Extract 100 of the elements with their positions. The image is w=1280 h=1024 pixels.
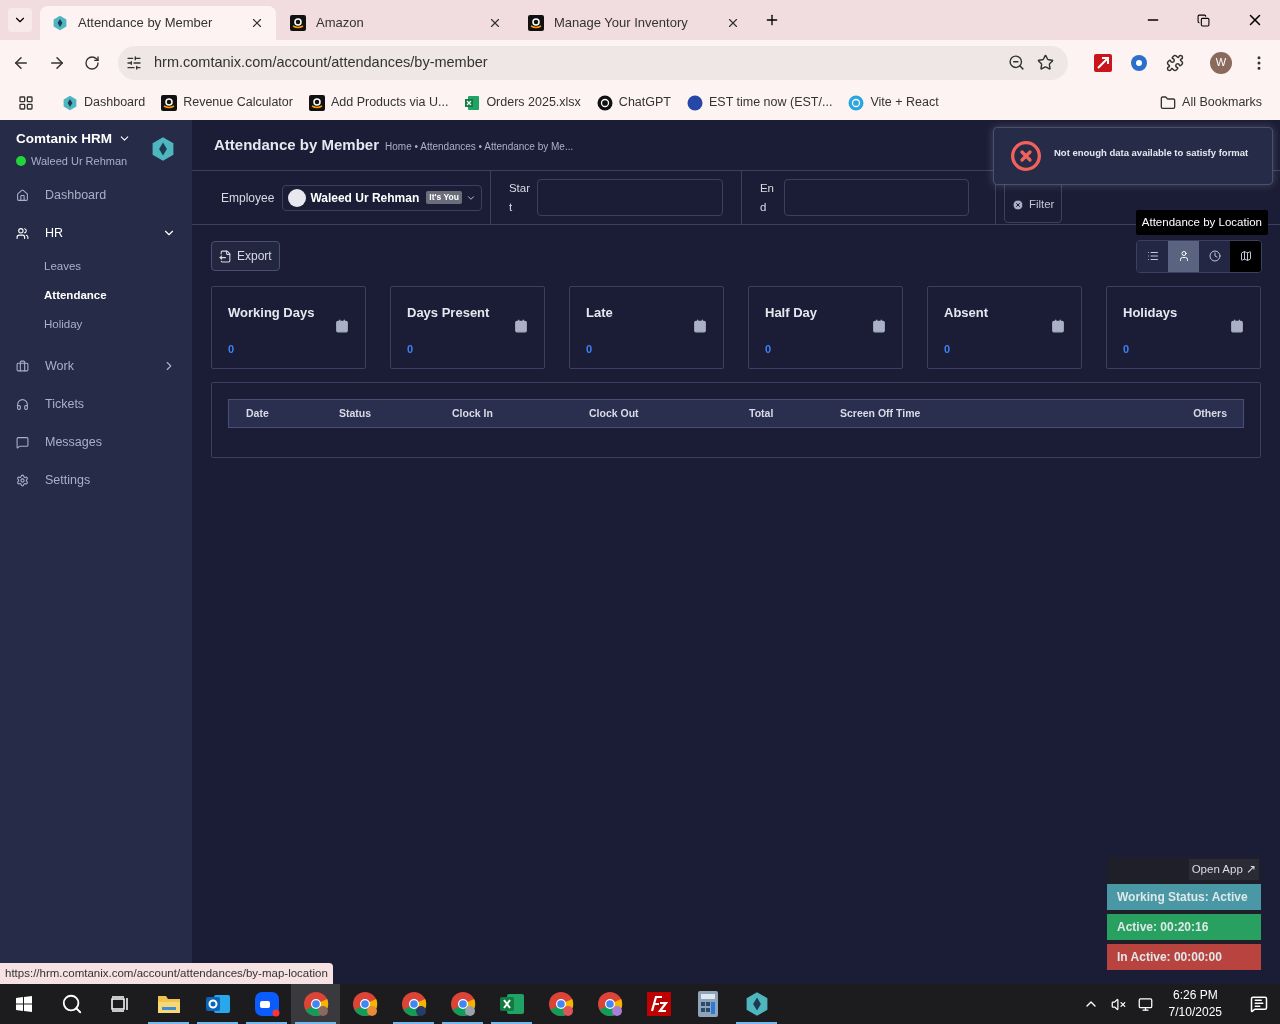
nav-item[interactable]: Tickets bbox=[0, 385, 192, 423]
network-icon[interactable] bbox=[1137, 996, 1153, 1012]
stat-label: Days Present bbox=[407, 304, 491, 322]
clock-icon bbox=[1208, 250, 1221, 262]
view-button[interactable] bbox=[1230, 240, 1261, 272]
clear-icon bbox=[1011, 198, 1024, 211]
clock[interactable]: 6:26 PM 7/10/2025 bbox=[1164, 987, 1226, 1021]
tab-title: Amazon bbox=[316, 14, 365, 33]
bookmark-item[interactable]: Vite + React bbox=[848, 93, 939, 112]
arrow-extension-icon[interactable] bbox=[1094, 53, 1112, 72]
bookmark-item[interactable]: EST time now (EST/... bbox=[686, 93, 833, 112]
folder-icon bbox=[156, 993, 181, 1015]
column-header: Date bbox=[245, 405, 270, 421]
employee-label: Employee bbox=[221, 189, 275, 207]
nav-item[interactable]: Settings bbox=[0, 461, 192, 499]
wheel-extension-icon[interactable] bbox=[1130, 53, 1148, 72]
zoom-icon[interactable] bbox=[1008, 54, 1025, 71]
smile-logo-icon bbox=[528, 15, 544, 31]
view-button[interactable] bbox=[1199, 240, 1230, 272]
export-button[interactable]: Export bbox=[211, 241, 280, 271]
headset-icon bbox=[16, 397, 29, 411]
house-icon bbox=[16, 188, 29, 202]
browser-icon bbox=[302, 991, 329, 1017]
map-icon bbox=[1239, 250, 1252, 262]
stat-label: Absent bbox=[944, 304, 990, 322]
nav-item[interactable]: HR bbox=[0, 214, 192, 252]
new-tab-icon[interactable] bbox=[764, 12, 780, 28]
apps-icon[interactable] bbox=[18, 94, 34, 111]
browser-icon bbox=[400, 991, 427, 1017]
spreadsheet-icon bbox=[464, 94, 481, 111]
bookmark-item[interactable]: ChatGPT bbox=[596, 93, 671, 112]
close-icon[interactable] bbox=[250, 16, 264, 30]
browser-tab[interactable]: Amazon bbox=[278, 6, 514, 40]
user-icon bbox=[1177, 250, 1190, 262]
close-icon[interactable] bbox=[726, 16, 740, 30]
bookmark-item[interactable]: Add Products via U... bbox=[308, 93, 449, 112]
nav-item[interactable]: Messages bbox=[0, 423, 192, 461]
stat-value: 0 bbox=[944, 341, 952, 357]
bookmark-item[interactable]: Dashboard bbox=[62, 93, 146, 112]
taskbar-app[interactable] bbox=[291, 984, 340, 1024]
hexagon-logo-icon bbox=[52, 15, 68, 31]
start-date-field[interactable] bbox=[536, 179, 723, 216]
notifications-icon[interactable] bbox=[1250, 995, 1268, 1013]
breadcrumb: Home • Attendances • Attendance by Me... bbox=[385, 139, 574, 154]
calendar-icon bbox=[514, 319, 528, 333]
windows-logo-icon bbox=[16, 996, 32, 1012]
browser-icon bbox=[351, 991, 378, 1017]
nav-subitem[interactable]: Attendance bbox=[0, 281, 192, 310]
calculator-icon bbox=[697, 991, 718, 1017]
smile-logo-icon bbox=[308, 94, 325, 111]
close-icon[interactable] bbox=[488, 16, 502, 30]
avatar-icon bbox=[288, 188, 307, 207]
tab-search-button[interactable] bbox=[8, 8, 32, 32]
end-date-field[interactable] bbox=[783, 179, 969, 216]
tab-title: Attendance by Member bbox=[78, 14, 214, 33]
muted-speaker-icon[interactable] bbox=[1110, 996, 1126, 1012]
bookmark-star-icon[interactable] bbox=[1037, 54, 1054, 71]
people-icon bbox=[16, 226, 29, 240]
column-header: Others bbox=[1193, 405, 1228, 421]
stat-label: Late bbox=[586, 304, 614, 322]
mail-app-icon bbox=[204, 992, 231, 1016]
browser-icon bbox=[596, 991, 623, 1017]
hexagon-logo-icon bbox=[150, 136, 176, 162]
calendar-icon bbox=[693, 319, 707, 333]
status-bar: Working Status: Active bbox=[1107, 884, 1261, 910]
browser-tab[interactable]: Attendance by Member bbox=[40, 6, 276, 40]
open-app-button[interactable]: Open App ↗ bbox=[1188, 858, 1259, 880]
stat-label: Half Day bbox=[765, 304, 819, 322]
nav-subitem[interactable]: Leaves bbox=[0, 252, 192, 281]
start-label: Start bbox=[508, 180, 531, 215]
globe-icon bbox=[686, 94, 703, 111]
nav-item[interactable]: Dashboard bbox=[0, 176, 192, 214]
spreadsheet-app-icon bbox=[498, 992, 525, 1016]
profile-avatar[interactable]: W bbox=[1210, 51, 1232, 74]
bookmark-item[interactable]: Orders 2025.xlsx bbox=[464, 93, 581, 112]
chat-icon bbox=[16, 435, 29, 449]
all-bookmarks-button[interactable]: All Bookmarks bbox=[1160, 93, 1262, 112]
bookmark-item[interactable]: Revenue Calculator bbox=[161, 93, 293, 112]
status-bar: Active: 00:20:16 bbox=[1107, 914, 1261, 940]
view-button[interactable] bbox=[1168, 240, 1199, 272]
employee-select[interactable]: Waleed Ur Rehman It's You bbox=[282, 184, 482, 211]
nav-item[interactable]: Work bbox=[0, 347, 192, 385]
extensions-icon[interactable] bbox=[1166, 53, 1184, 72]
stat-value: 0 bbox=[1123, 341, 1131, 357]
column-header: Status bbox=[339, 405, 373, 421]
status-bar: In Active: 00:00:00 bbox=[1107, 944, 1261, 970]
coin-icon bbox=[848, 94, 865, 111]
reload-icon[interactable] bbox=[84, 54, 100, 71]
error-icon bbox=[1010, 140, 1042, 172]
nav-subitem[interactable]: Holiday bbox=[0, 310, 192, 339]
browser-tab[interactable]: Manage Your Inventory bbox=[516, 6, 752, 40]
address-bar[interactable]: hrm.comtanix.com/account/attendances/by-member bbox=[118, 45, 1068, 80]
url-text: hrm.comtanix.com/account/attendances/by-member bbox=[154, 52, 489, 72]
app-name[interactable]: Comtanix HRM bbox=[16, 128, 150, 149]
stat-label: Working Days bbox=[228, 304, 316, 322]
restore-icon[interactable] bbox=[1197, 13, 1210, 27]
smile-logo-icon bbox=[161, 94, 178, 111]
folder-icon bbox=[1160, 94, 1177, 111]
toast-message: Not enough data available to satisfy format bbox=[1054, 145, 1249, 160]
site-settings-icon[interactable] bbox=[126, 54, 142, 71]
